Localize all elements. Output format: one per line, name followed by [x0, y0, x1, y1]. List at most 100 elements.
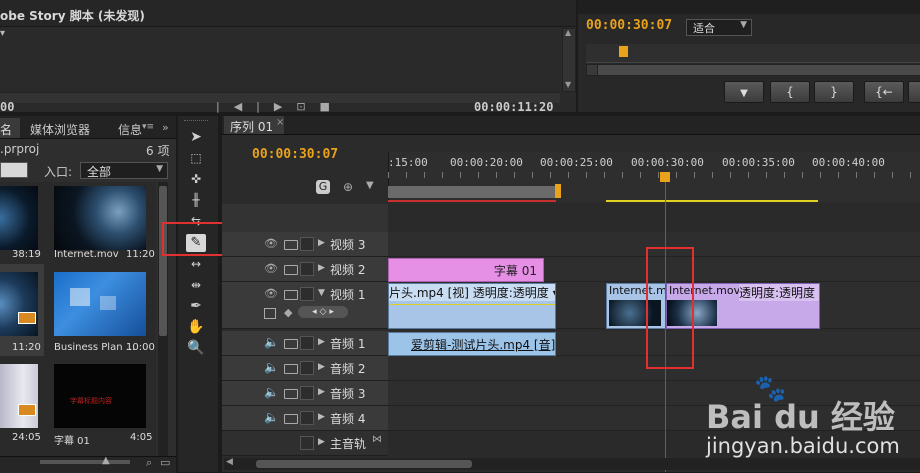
set-marker-icon[interactable]: ⊕: [343, 180, 353, 194]
rolling-edit-tool-icon[interactable]: ╫: [186, 191, 206, 209]
timeline-scrollbar-thumb[interactable]: [256, 460, 472, 468]
zoom-slider[interactable]: [40, 460, 130, 464]
new-bin-icon[interactable]: ▭: [160, 456, 170, 469]
eye-icon[interactable]: 👁: [264, 287, 278, 300]
media-thumb-internet[interactable]: [54, 186, 146, 250]
lock-toggle[interactable]: [300, 361, 314, 375]
track-header-video1[interactable]: 👁 ▼ 视频 1 ◆ ◂ ◇ ▸: [222, 282, 388, 329]
tab-sequence[interactable]: 序列 01 ×: [224, 116, 284, 134]
clip-v1-intro[interactable]: 片头.mp4 [视] 透明度:透明度 ▾: [388, 283, 556, 329]
close-icon[interactable]: ×: [276, 117, 284, 128]
media-thumb-5[interactable]: [0, 364, 38, 428]
keyframe-nav[interactable]: ◂ ◇ ▸: [298, 306, 348, 318]
pen-tool-icon[interactable]: ✒: [186, 297, 206, 315]
program-scrollbar[interactable]: [596, 64, 920, 76]
camera-icon[interactable]: [284, 290, 298, 300]
clip-a1-intro[interactable]: 爱剪辑-测试片头.mp4 [音]: [388, 332, 556, 356]
track-name-video3: 视频 3: [330, 238, 366, 252]
story-scroll-up-icon[interactable]: ▲: [565, 28, 571, 37]
camera-icon[interactable]: [284, 240, 298, 250]
inpoint-dropdown[interactable]: 全部 ▼: [80, 162, 168, 179]
lock-toggle[interactable]: [300, 411, 314, 425]
speaker-icon[interactable]: 🔈: [264, 335, 279, 349]
sync-lock-icon[interactable]: [284, 414, 298, 424]
zoom-tool-icon[interactable]: 🔍: [186, 339, 206, 357]
display-style-icon[interactable]: [264, 308, 276, 319]
lock-toggle[interactable]: [300, 336, 314, 350]
ripple-edit-tool-icon[interactable]: ✜: [186, 170, 206, 188]
mark-out-button[interactable]: }: [814, 81, 854, 103]
keyframe-icon[interactable]: ◆: [284, 306, 292, 319]
sequence-timecode[interactable]: 00:00:30:07: [252, 147, 338, 162]
lock-toggle[interactable]: [300, 287, 314, 301]
work-area-end-icon[interactable]: [555, 184, 561, 198]
lock-toggle[interactable]: [300, 386, 314, 400]
sync-lock-icon[interactable]: [284, 364, 298, 374]
program-timecode[interactable]: 00:00:30:07: [586, 18, 672, 33]
lock-toggle[interactable]: [300, 237, 314, 251]
program-ruler[interactable]: [586, 44, 920, 63]
eye-icon[interactable]: 👁: [264, 262, 278, 275]
track-header-master[interactable]: ▶ 主音轨 ⋈: [222, 431, 388, 456]
media-thumb-1[interactable]: [0, 186, 38, 250]
search-icon[interactable]: ⌕: [146, 456, 152, 470]
expand-triangle-icon[interactable]: ▶: [318, 412, 325, 422]
eye-icon[interactable]: 👁: [264, 237, 278, 250]
add-marker-button[interactable]: ▼: [724, 81, 764, 103]
tab-project[interactable]: 名: [0, 118, 20, 138]
speaker-icon[interactable]: 🔈: [264, 360, 279, 374]
ruler-label-4: 00:00:30:00: [631, 156, 704, 169]
speaker-icon[interactable]: 🔈: [264, 385, 279, 399]
snap-icon[interactable]: G: [316, 180, 330, 194]
ruler-label-2: 00:00:20:00: [450, 156, 523, 169]
track-header-audio2[interactable]: 🔈 ▶ 音频 2: [222, 356, 388, 381]
work-area-bar[interactable]: [388, 186, 556, 198]
expand-triangle-icon[interactable]: ▶: [318, 263, 325, 273]
program-scrollbar-left[interactable]: [586, 64, 598, 76]
sync-lock-icon[interactable]: [284, 339, 298, 349]
next-button-partial[interactable]: [908, 81, 920, 103]
expand-triangle-icon[interactable]: ▶: [318, 337, 325, 347]
story-panel-close-arrow-icon[interactable]: ▾: [0, 28, 5, 39]
hand-tool-icon[interactable]: ✋: [186, 318, 206, 336]
go-to-in-button[interactable]: {←: [864, 81, 904, 103]
collapse-triangle-icon[interactable]: ▼: [318, 288, 325, 298]
add-marker-icon[interactable]: ▼: [366, 180, 374, 191]
media-thumb-3[interactable]: [0, 272, 38, 336]
speaker-icon[interactable]: 🔈: [264, 410, 279, 424]
expand-triangle-icon[interactable]: ▶: [318, 387, 325, 397]
tab-project-label: 名: [0, 123, 13, 137]
tab-media-browser[interactable]: 媒体浏览器: [30, 121, 90, 138]
slide-tool-icon[interactable]: ⇹: [186, 276, 206, 294]
clip-title-01[interactable]: 字幕 01: [388, 258, 544, 282]
slip-tool-icon[interactable]: ↔: [186, 255, 206, 273]
lock-toggle[interactable]: [300, 436, 314, 450]
fit-dropdown[interactable]: 适合 ▼: [686, 19, 752, 36]
mark-in-button[interactable]: {: [770, 81, 810, 103]
panel-menu-icon[interactable]: ▾≡: [142, 122, 154, 132]
expand-triangle-icon[interactable]: ▶: [318, 362, 325, 372]
expand-triangle-icon[interactable]: ▶: [318, 238, 325, 248]
track-header-video3[interactable]: 👁 ▶ 视频 3: [222, 232, 388, 257]
selection-tool-icon[interactable]: ➤: [186, 128, 206, 146]
track-select-tool-icon[interactable]: ⬚: [186, 149, 206, 167]
track-header-video2[interactable]: 👁 ▶ 视频 2: [222, 257, 388, 282]
ruler-playhead-icon[interactable]: [660, 172, 670, 182]
expand-panels-icon[interactable]: »: [162, 121, 169, 134]
program-playhead-icon[interactable]: [619, 46, 628, 57]
zoom-mountain-icon: ▲: [102, 455, 110, 466]
sync-lock-icon[interactable]: [284, 389, 298, 399]
track-header-audio1[interactable]: 🔈 ▶ 音频 1: [222, 331, 388, 356]
expand-triangle-icon[interactable]: ▶: [318, 437, 325, 447]
media-scrollbar-thumb[interactable]: [159, 186, 167, 336]
lock-toggle[interactable]: [300, 262, 314, 276]
story-transport-icons[interactable]: |◀|▶⊡■: [216, 100, 344, 113]
search-input[interactable]: [0, 162, 28, 178]
track-header-audio4[interactable]: 🔈 ▶ 音频 4: [222, 406, 388, 431]
track-header-audio3[interactable]: 🔈 ▶ 音频 3: [222, 381, 388, 406]
track-name-video2: 视频 2: [330, 263, 366, 277]
camera-icon[interactable]: [284, 265, 298, 275]
story-scroll-down-icon[interactable]: ▼: [565, 80, 571, 89]
tab-info[interactable]: 信息: [118, 121, 142, 138]
scroll-left-icon[interactable]: ◀: [226, 457, 233, 467]
